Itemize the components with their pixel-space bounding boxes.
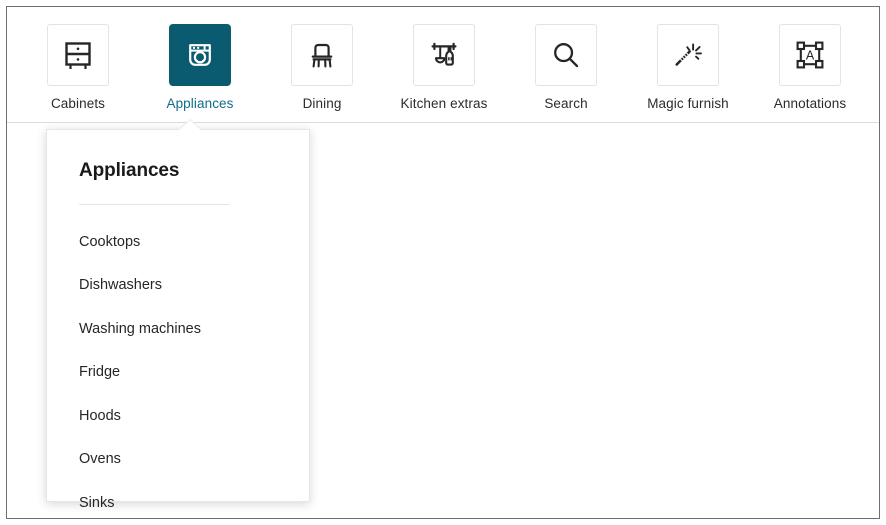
panel-title: Appliances bbox=[79, 160, 277, 182]
toolbar-item-kitchen-extras[interactable]: Kitchen extras bbox=[383, 7, 505, 111]
appliances-dropdown-panel: Appliances Cooktops Dishwashers Washing … bbox=[46, 129, 310, 502]
list-item[interactable]: Hoods bbox=[79, 401, 277, 431]
appliances-category-list: Cooktops Dishwashers Washing machines Fr… bbox=[79, 227, 277, 518]
toolbar-item-annotations[interactable]: A Annotations bbox=[749, 7, 871, 111]
svg-text:A: A bbox=[806, 48, 815, 62]
search-tile[interactable] bbox=[535, 24, 597, 86]
list-item[interactable]: Ovens bbox=[79, 445, 277, 475]
toolbar-label-appliances: Appliances bbox=[166, 97, 233, 111]
magic-furnish-tile[interactable] bbox=[657, 24, 719, 86]
kitchen-extras-tile[interactable] bbox=[413, 24, 475, 86]
list-item[interactable]: Cooktops bbox=[79, 227, 277, 257]
list-item[interactable]: Sinks bbox=[79, 488, 277, 518]
panel-caret-icon bbox=[179, 120, 201, 130]
search-icon bbox=[549, 38, 583, 72]
toolbar-label-cabinets: Cabinets bbox=[51, 97, 105, 111]
app-screenshot: Cabinets Appli bbox=[0, 0, 886, 525]
washing-machine-icon bbox=[183, 38, 217, 72]
toolbar-label-magic-furnish: Magic furnish bbox=[647, 97, 729, 111]
toolbar-item-dining[interactable]: Dining bbox=[261, 7, 383, 111]
utensils-rail-icon bbox=[427, 38, 461, 72]
toolbar-item-appliances[interactable]: Appliances bbox=[139, 7, 261, 111]
cabinet-icon bbox=[61, 38, 95, 72]
toolbar-label-search: Search bbox=[544, 97, 587, 111]
dining-tile[interactable] bbox=[291, 24, 353, 86]
chair-icon bbox=[305, 38, 339, 72]
list-item[interactable]: Washing machines bbox=[79, 314, 277, 344]
toolbar-label-dining: Dining bbox=[303, 97, 342, 111]
list-item[interactable]: Dishwashers bbox=[79, 271, 277, 301]
main-toolbar: Cabinets Appli bbox=[7, 7, 879, 122]
annotation-box-icon: A bbox=[793, 38, 827, 72]
magic-wand-icon bbox=[671, 38, 705, 72]
panel-divider bbox=[79, 204, 230, 205]
toolbar-item-search[interactable]: Search bbox=[505, 7, 627, 111]
toolbar-label-annotations: Annotations bbox=[774, 97, 846, 111]
list-item[interactable]: Fridge bbox=[79, 358, 277, 388]
appliances-tile[interactable] bbox=[169, 24, 231, 86]
annotations-tile[interactable]: A bbox=[779, 24, 841, 86]
toolbar-item-magic-furnish[interactable]: Magic furnish bbox=[627, 7, 749, 111]
toolbar-item-cabinets[interactable]: Cabinets bbox=[17, 7, 139, 111]
toolbar-label-kitchen-extras: Kitchen extras bbox=[401, 97, 488, 111]
cabinets-tile[interactable] bbox=[47, 24, 109, 86]
window-frame: Cabinets Appli bbox=[6, 6, 880, 519]
